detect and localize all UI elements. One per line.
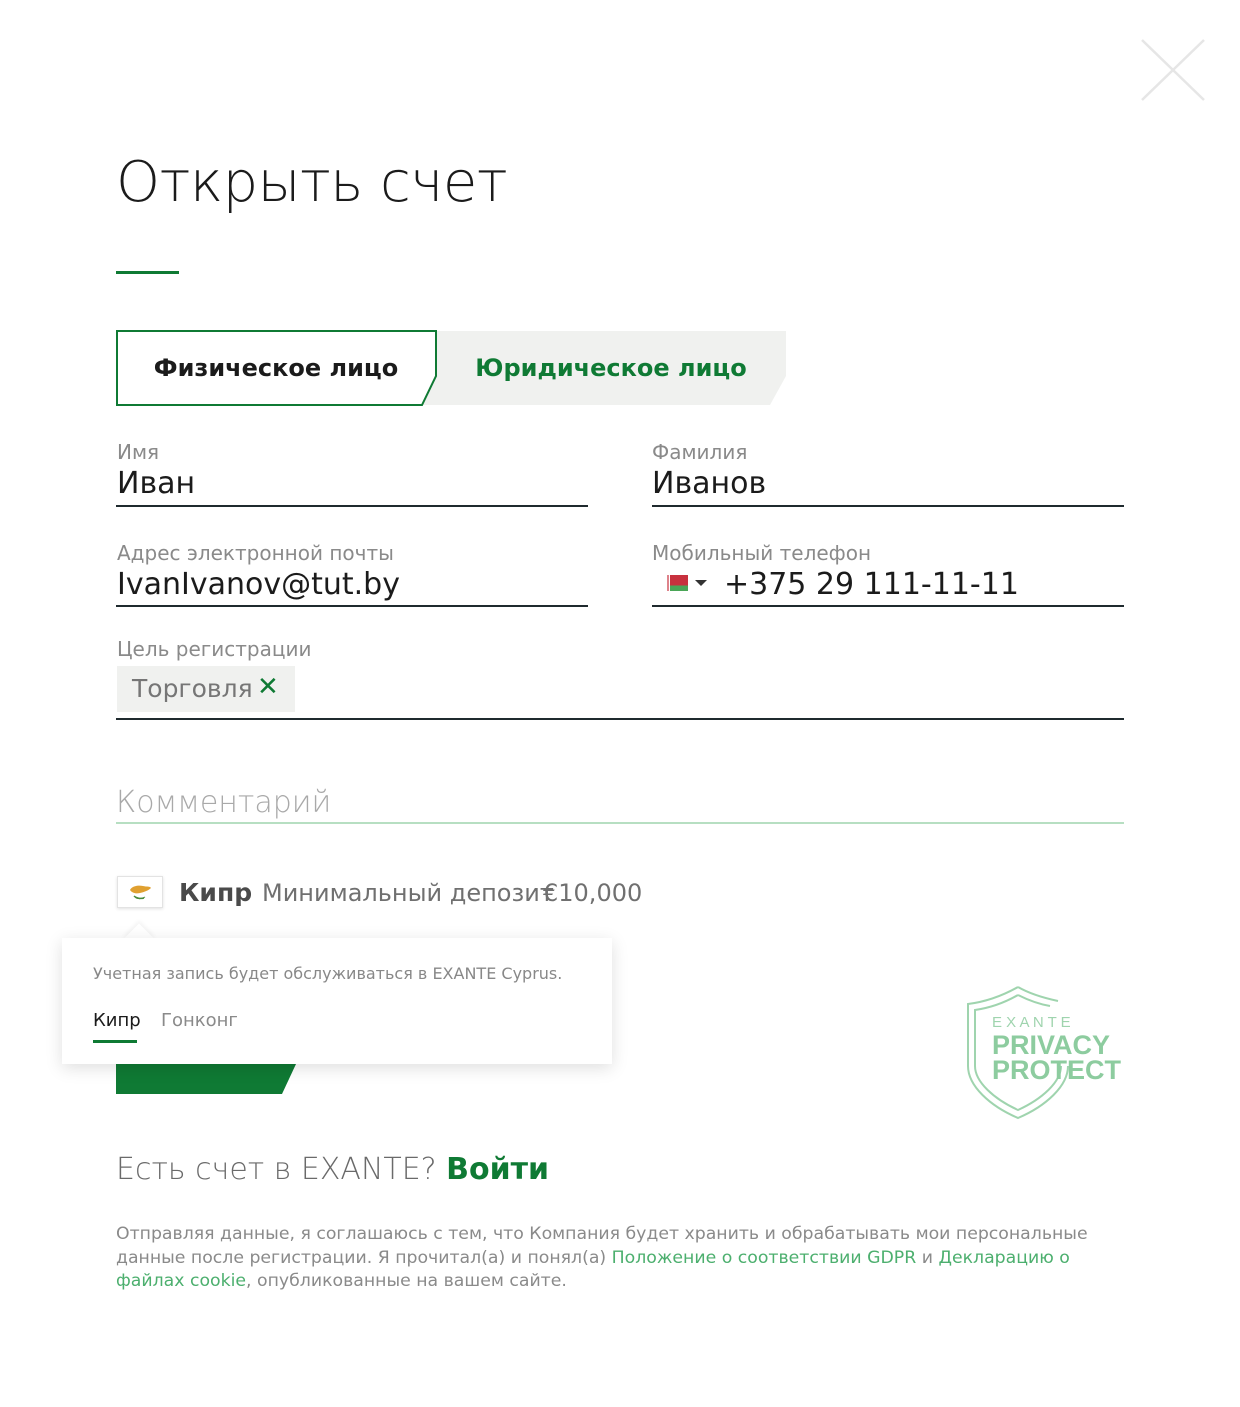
- email-field: Адрес электронной почты: [117, 541, 394, 565]
- title-divider: [116, 271, 179, 274]
- cyprus-flag-icon: [130, 885, 151, 900]
- badge-line-protect: PROTECT: [992, 1055, 1122, 1085]
- close-icon[interactable]: ✕: [257, 672, 279, 702]
- close-icon: [1141, 39, 1205, 101]
- first-name-label: Имя: [117, 440, 160, 464]
- jurisdiction-selector[interactable]: [117, 876, 163, 908]
- popover-tab-indicator: [93, 1040, 137, 1043]
- login-link[interactable]: Войти: [446, 1152, 549, 1187]
- first-name-field: Имя: [117, 440, 159, 464]
- submit-button[interactable]: [116, 1064, 296, 1094]
- privacy-protect-badge: E X A N T E PRIVACY PROTECT: [967, 986, 1122, 1120]
- min-deposit-label: Минимальный депозит: [262, 879, 554, 907]
- jurisdiction-popover: Учетная запись будет обслуживаться в EXA…: [62, 938, 612, 1064]
- login-question: Есть счет в EXANTE?: [116, 1152, 437, 1187]
- belarus-flag-icon[interactable]: [666, 575, 688, 591]
- account-type-tabs: Физическое лицо Юридическое лицо: [116, 330, 788, 406]
- tab-individual[interactable]: Физическое лицо: [116, 330, 436, 406]
- last-name-field: Фамилия: [652, 440, 747, 464]
- first-name-underline: [116, 505, 588, 507]
- email-input[interactable]: IvanIvanov@tut.by: [117, 567, 400, 603]
- consent-text-part2: и: [921, 1247, 933, 1268]
- first-name-input[interactable]: Иван: [117, 466, 195, 502]
- phone-input[interactable]: +375 29 111-11-11: [724, 567, 1019, 603]
- popover-tab-cyprus[interactable]: Кипр: [93, 1010, 141, 1032]
- popover-message: Учетная запись будет обслуживаться в EXA…: [93, 964, 563, 983]
- last-name-input[interactable]: Иванов: [652, 466, 766, 502]
- phone-label: Мобильный телефон: [652, 541, 872, 565]
- comment-underline: [116, 822, 1124, 824]
- page-title: Открыть счет: [116, 150, 508, 215]
- badge-brand: E X A N T E: [992, 1014, 1071, 1031]
- email-label: Адрес электронной почты: [117, 541, 394, 565]
- comment-input[interactable]: [116, 782, 1124, 822]
- last-name-label: Фамилия: [652, 440, 748, 464]
- popover-tab-hongkong[interactable]: Гонконг: [161, 1010, 238, 1032]
- purpose-tag: Торговля ✕: [117, 666, 295, 712]
- email-underline: [116, 605, 588, 607]
- gdpr-link[interactable]: Положение о соответствии GDPR: [612, 1248, 917, 1268]
- last-name-underline: [652, 505, 1124, 507]
- jurisdiction-country: Кипр: [179, 878, 253, 907]
- purpose-tag-label: Торговля: [132, 674, 253, 703]
- consent-text-part3: , опубликованные на вашем сайте.: [246, 1271, 567, 1291]
- min-deposit-value: €10,000: [543, 879, 643, 907]
- phone-field: Мобильный телефон: [652, 541, 871, 565]
- phone-underline: [652, 605, 1124, 607]
- tab-legal-entity[interactable]: Юридическое лицо: [446, 330, 776, 406]
- chevron-down-icon[interactable]: [694, 579, 708, 587]
- login-prompt: Есть счет в EXANTE? Войти: [116, 1152, 549, 1187]
- purpose-underline: [116, 718, 1124, 720]
- purpose-label: Цель регистрации: [117, 637, 312, 661]
- consent-text: Отправляя данные, я соглашаюсь с тем, чт…: [116, 1223, 1091, 1294]
- close-button[interactable]: [1140, 38, 1206, 102]
- purpose-field: Цель регистрации: [117, 637, 311, 661]
